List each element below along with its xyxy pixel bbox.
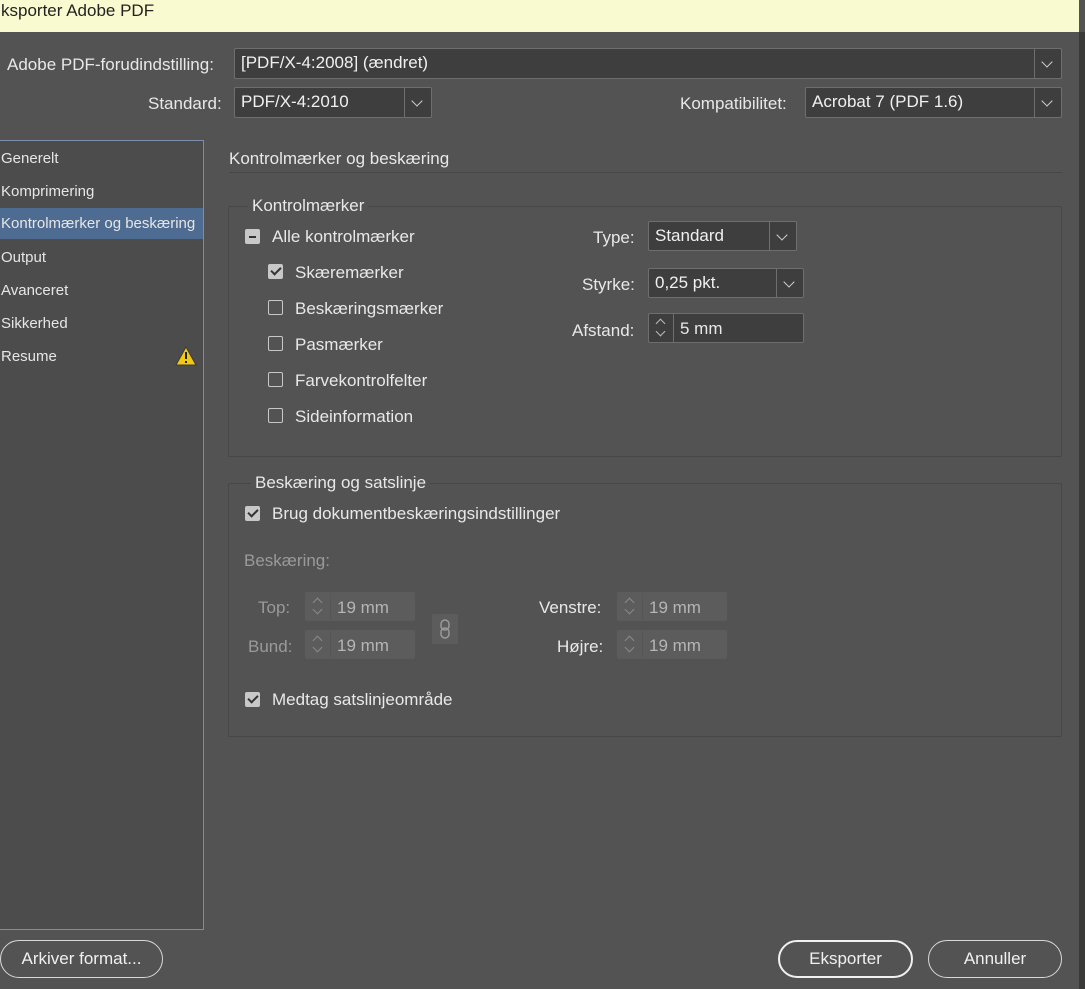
sidebar-item-label: Generelt <box>1 150 59 167</box>
use-doc-bleed-label: Brug dokumentbeskæringsindstillinger <box>272 504 561 523</box>
preset-value: [PDF/X-4:2008] (ændret) <box>241 53 429 72</box>
offset-stepper[interactable]: 5 mm <box>648 313 804 343</box>
chevron-down-icon[interactable] <box>776 269 803 297</box>
bleed-marks-label: Beskæringsmærker <box>295 299 444 318</box>
bleed-left-value: 19 mm <box>649 598 701 617</box>
chevron-down-icon[interactable] <box>404 88 431 117</box>
sidebar-item-label: Output <box>1 249 47 266</box>
type-dropdown[interactable]: Standard <box>648 221 797 251</box>
standard-label: Standard: <box>148 94 222 113</box>
bleed-group-title: Beskæring og satslinje <box>251 473 431 493</box>
use-doc-bleed-checkbox[interactable] <box>245 506 260 521</box>
sidebar-item-label: Resume <box>1 348 57 365</box>
warning-icon <box>175 346 197 366</box>
registration-marks-checkbox[interactable] <box>268 336 283 351</box>
weight-label: Styrke: <box>582 275 635 294</box>
compat-value: Acrobat 7 (PDF 1.6) <box>812 92 964 111</box>
window-title-bar: ksporter Adobe PDF <box>0 0 1079 32</box>
include-slug-label: Medtag satslinjeområde <box>272 690 453 709</box>
page-info-label: Sideinformation <box>295 407 414 426</box>
marks-group-title: Kontrolmærker <box>248 196 369 216</box>
window-title: ksporter Adobe PDF <box>1 1 155 20</box>
sidebar-item-generelt[interactable]: Generelt <box>0 143 203 174</box>
bleed-right-stepper[interactable]: 19 mm <box>617 630 727 659</box>
sidebar-item-avanceret[interactable]: Avanceret <box>0 275 203 306</box>
bleed-left-stepper[interactable]: 19 mm <box>617 592 727 621</box>
sidebar-item-label: Sikkerhed <box>1 315 68 332</box>
standard-value: PDF/X-4:2010 <box>241 92 349 111</box>
right-label: Højre: <box>557 637 604 656</box>
standard-dropdown[interactable]: PDF/X-4:2010 <box>234 87 432 118</box>
all-marks-label: Alle kontrolmærker <box>272 227 415 246</box>
left-label: Venstre: <box>539 598 602 617</box>
compat-dropdown[interactable]: Acrobat 7 (PDF 1.6) <box>805 87 1062 118</box>
stepper-arrows-icon[interactable] <box>306 593 331 620</box>
type-value: Standard <box>655 226 724 245</box>
chevron-down-icon[interactable] <box>1034 49 1061 78</box>
bottom-label: Bund: <box>248 637 293 656</box>
background-window-strip <box>1079 32 1085 989</box>
preset-label: Adobe PDF-forudindstilling: <box>7 55 214 74</box>
chevron-down-icon[interactable] <box>1034 88 1061 117</box>
stepper-arrows-icon[interactable] <box>618 593 643 620</box>
page-title: Kontrolmærker og beskæring <box>229 149 450 168</box>
sidebar-item-label: Komprimering <box>1 183 95 200</box>
heading-divider <box>229 172 1062 173</box>
top-label: Top: <box>258 598 291 617</box>
stepper-arrows-icon[interactable] <box>618 631 643 658</box>
offset-value: 5 mm <box>680 319 723 338</box>
sidebar-item-komprimering[interactable]: Komprimering <box>0 176 203 207</box>
weight-dropdown[interactable]: 0,25 pkt. <box>648 268 804 298</box>
all-marks-checkbox[interactable] <box>245 229 260 244</box>
weight-value: 0,25 pkt. <box>655 273 721 292</box>
chevron-down-icon[interactable] <box>769 222 796 250</box>
bleed-label: Beskæring: <box>244 551 330 570</box>
crop-marks-checkbox[interactable] <box>268 264 283 279</box>
bleed-marks-checkbox[interactable] <box>268 300 283 315</box>
color-bars-checkbox[interactable] <box>268 372 283 387</box>
bleed-bottom-value: 19 mm <box>337 636 389 655</box>
crop-marks-label: Skæremærker <box>295 263 404 282</box>
bleed-top-stepper[interactable]: 19 mm <box>305 592 415 621</box>
save-preset-button[interactable]: Arkiver format... <box>0 940 163 978</box>
export-button[interactable]: Eksporter <box>778 940 913 978</box>
stepper-arrows-icon[interactable] <box>649 314 674 342</box>
offset-label: Afstand: <box>572 321 635 340</box>
compat-label: Kompatibilitet: <box>680 94 787 113</box>
bleed-right-value: 19 mm <box>649 636 701 655</box>
registration-marks-label: Pasmærker <box>295 335 383 354</box>
category-sidebar: Generelt Komprimering Kontrolmærker og b… <box>0 140 204 930</box>
sidebar-item-sikkerhed[interactable]: Sikkerhed <box>0 308 203 339</box>
stepper-arrows-icon[interactable] <box>306 631 331 658</box>
bleed-top-value: 19 mm <box>337 598 389 617</box>
type-label: Type: <box>593 228 635 247</box>
include-slug-checkbox[interactable] <box>245 692 260 707</box>
chain-link-icon[interactable] <box>432 614 458 644</box>
sidebar-item-kontrolmaerker[interactable]: Kontrolmærker og beskæring <box>0 208 203 239</box>
cancel-button[interactable]: Annuller <box>928 940 1062 978</box>
color-bars-label: Farvekontrolfelter <box>295 371 428 390</box>
sidebar-item-resume[interactable]: Resume <box>0 341 203 372</box>
bleed-bottom-stepper[interactable]: 19 mm <box>305 630 415 659</box>
sidebar-item-output[interactable]: Output <box>0 242 203 273</box>
page-info-checkbox[interactable] <box>268 408 283 423</box>
preset-dropdown[interactable]: [PDF/X-4:2008] (ændret) <box>234 48 1062 79</box>
sidebar-item-label: Kontrolmærker og beskæring <box>1 215 196 232</box>
sidebar-item-label: Avanceret <box>1 282 69 299</box>
